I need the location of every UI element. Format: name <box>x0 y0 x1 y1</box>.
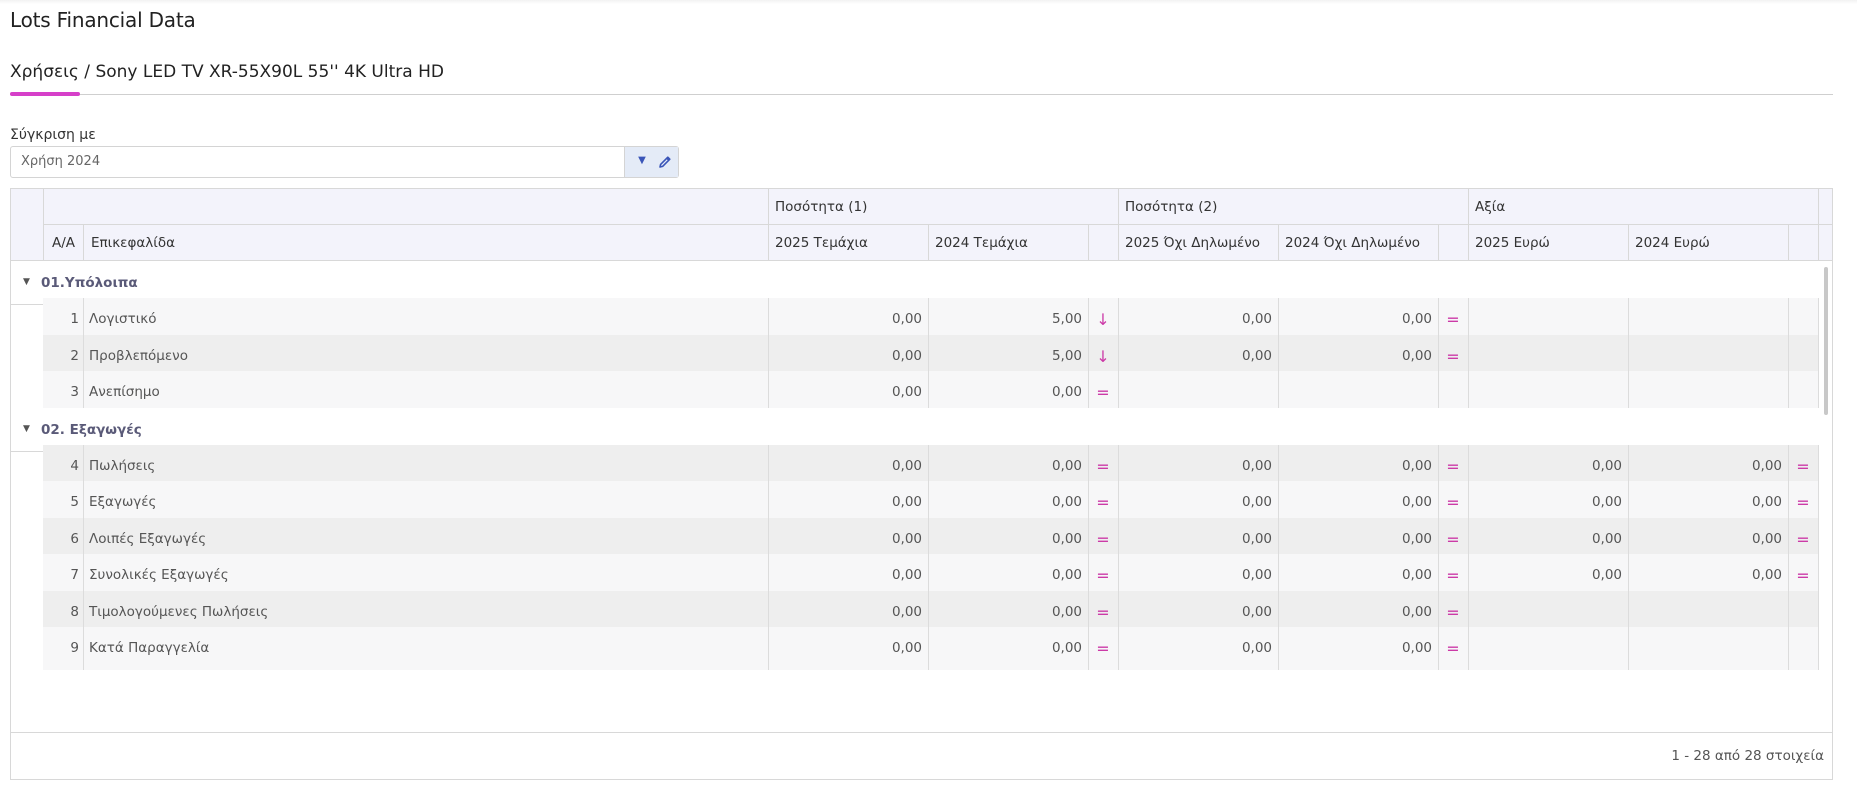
cell-v-2024 <box>1628 627 1788 670</box>
compare-indicator-value <box>1788 627 1818 670</box>
vertical-scrollbar[interactable] <box>1824 267 1828 415</box>
cell-v-2025 <box>1468 627 1628 670</box>
group-title: 01.Υπόλοιπα <box>41 275 138 291</box>
column-header-q1-2024[interactable]: 2024 Τεμάχια <box>935 235 1028 251</box>
grid-body: ▼ 01.Υπόλοιπα 1 Λογιστικό 0,00 5,00 ↓ 0,00 0,00 =… <box>11 261 1819 731</box>
column-header-q2-2024[interactable]: 2024 Όχι Δηλωμένο <box>1285 235 1420 251</box>
table-row[interactable]: 9 Κατά Παραγγελία 0,00 0,00 = 0,00 0,00 = <box>43 627 1819 670</box>
active-tab-indicator <box>10 92 80 96</box>
compare-actions: ▼ <box>624 147 678 177</box>
tab-divider <box>10 94 1833 95</box>
edit-pencil-icon[interactable] <box>657 154 673 170</box>
column-header-q2-2025[interactable]: 2025 Όχι Δηλωμένο <box>1125 235 1260 251</box>
compare-indicator-q1: = <box>1096 639 1110 658</box>
breadcrumb-tab[interactable]: Χρήσεις / Sony LED TV XR-55X90L 55'' 4K … <box>10 62 444 82</box>
grid-footer: 1 - 28 από 28 στοιχεία <box>11 732 1832 779</box>
cell-q2-2025: 0,00 <box>1241 640 1272 656</box>
chevron-down-icon[interactable]: ▼ <box>635 154 649 168</box>
cell-q1-2025: 0,00 <box>891 640 922 656</box>
cell-q2-2024: 0,00 <box>1401 640 1432 656</box>
financial-data-grid: Ποσότητα (1) Ποσότητα (2) Αξία Α/Α Επικε… <box>10 188 1833 780</box>
compare-select[interactable]: Χρήση 2024 ▼ <box>10 146 679 178</box>
row-index: 9 <box>70 640 79 656</box>
collapse-caret-icon[interactable]: ▼ <box>23 424 30 434</box>
group-header-qty1: Ποσότητα (1) <box>775 199 868 215</box>
group-header-value: Αξία <box>1475 199 1506 215</box>
top-shadow <box>0 0 1857 4</box>
column-header-aa[interactable]: Α/Α <box>52 235 75 251</box>
group-title: 02. Εξαγωγές <box>41 421 142 438</box>
pager-info: 1 - 28 από 28 στοιχεία <box>1671 748 1824 764</box>
page-title: Lots Financial Data <box>10 8 196 32</box>
column-header-title[interactable]: Επικεφαλίδα <box>91 235 175 251</box>
grid-header: Ποσότητα (1) Ποσότητα (2) Αξία Α/Α Επικε… <box>11 189 1832 261</box>
row-label: Κατά Παραγγελία <box>89 640 210 656</box>
column-header-q1-2025[interactable]: 2025 Τεμάχια <box>775 235 868 251</box>
column-header-v-2025[interactable]: 2025 Ευρώ <box>1475 235 1550 251</box>
collapse-caret-icon[interactable]: ▼ <box>23 277 30 287</box>
column-header-v-2024[interactable]: 2024 Ευρώ <box>1635 235 1710 251</box>
group-header-qty2: Ποσότητα (2) <box>1125 199 1218 215</box>
compare-selected-value: Χρήση 2024 <box>21 154 101 169</box>
compare-label: Σύγκριση με <box>10 127 96 143</box>
compare-indicator-q2: = <box>1446 639 1460 658</box>
cell-q1-2024: 0,00 <box>1051 640 1082 656</box>
